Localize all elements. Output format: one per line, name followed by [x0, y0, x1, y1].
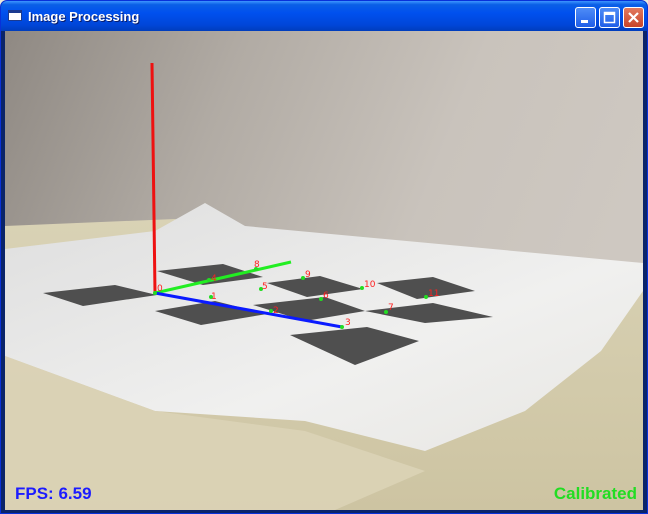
marker-label: 9	[305, 270, 311, 280]
marker-label: 1	[211, 292, 217, 302]
marker-label: 5	[262, 282, 268, 292]
fps-value: 6.59	[58, 484, 92, 503]
maximize-button[interactable]	[599, 7, 620, 28]
marker-label: 4	[211, 274, 217, 284]
minimize-button[interactable]	[575, 7, 596, 28]
camera-view: 0 1 2 3 4 5 6 7 8 9 10 11 FPS: 6.59 Cali…	[5, 31, 643, 510]
title-bar[interactable]: Image Processing	[1, 1, 647, 31]
application-window: Image Processing 0 1 2 3 4 5 6 7 8 9 10 …	[0, 0, 648, 514]
calibration-status: Calibrated	[553, 484, 637, 503]
marker-dot	[340, 325, 344, 329]
fps-label: FPS:	[15, 484, 54, 503]
marker-label: 0	[157, 284, 163, 294]
fps-readout: FPS: 6.59	[15, 484, 92, 504]
marker-label: 6	[323, 291, 329, 301]
minimize-icon	[581, 20, 588, 23]
marker-label: 8	[254, 260, 260, 270]
camera-frame: 0 1 2 3 4 5 6 7 8 9 10 11	[5, 31, 643, 510]
maximize-icon	[603, 11, 616, 24]
window-title: Image Processing	[28, 9, 140, 24]
close-button[interactable]	[623, 7, 644, 28]
close-icon	[628, 12, 639, 23]
marker-label: 10	[364, 280, 376, 290]
marker-label: 11	[428, 289, 439, 299]
marker-label: 7	[388, 303, 394, 313]
marker-label: 2	[273, 306, 279, 316]
window-icon	[8, 10, 22, 21]
marker-label: 3	[345, 318, 351, 328]
